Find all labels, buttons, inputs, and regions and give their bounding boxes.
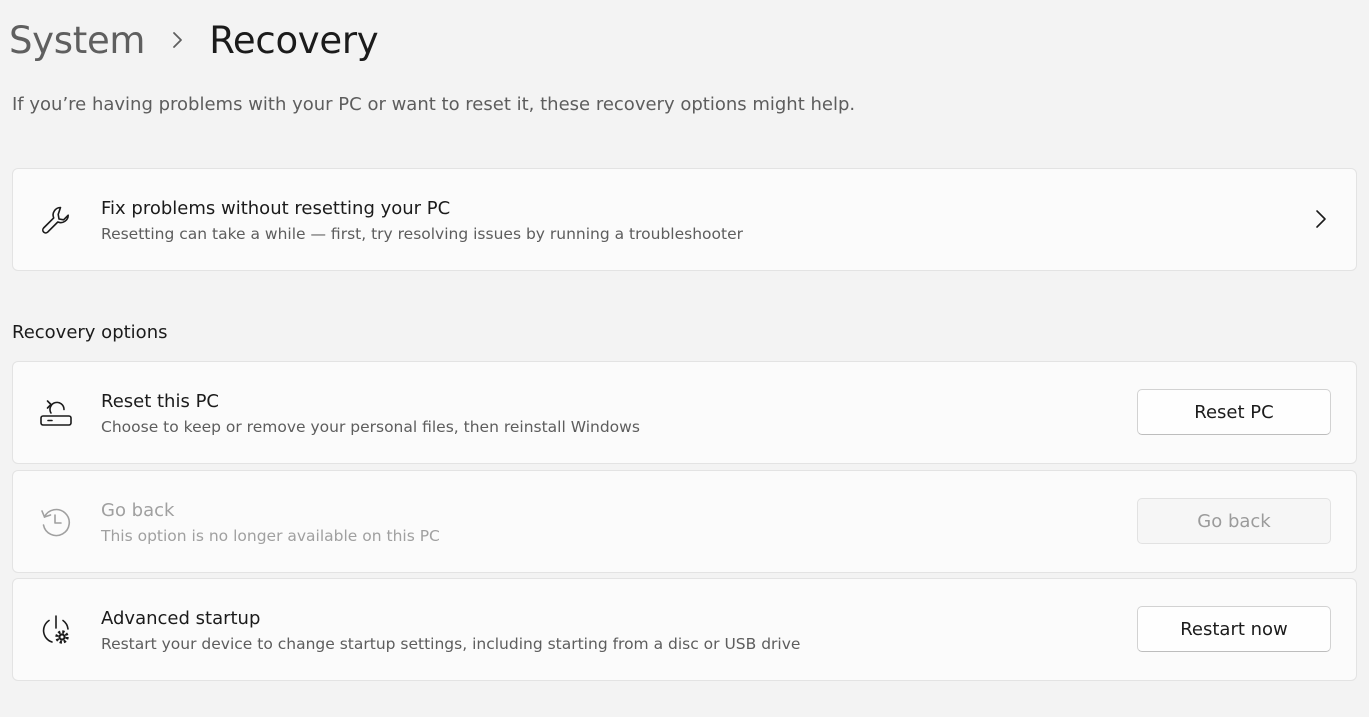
fix-problems-card[interactable]: Fix problems without resetting your PC R…: [12, 168, 1357, 271]
go-back-description: This option is no longer available on th…: [101, 527, 440, 545]
fix-problems-description: Resetting can take a while — first, try …: [101, 225, 744, 243]
reset-pc-description: Choose to keep or remove your personal f…: [101, 418, 640, 436]
go-back-title: Go back: [101, 500, 175, 521]
reset-pc-title: Reset this PC: [101, 391, 219, 412]
reset-pc-button[interactable]: Reset PC: [1137, 389, 1331, 435]
fix-problems-title: Fix problems without resetting your PC: [101, 198, 451, 219]
wrench-icon: [39, 203, 73, 237]
chevron-right-icon: [145, 31, 209, 49]
reset-pc-icon: [39, 396, 73, 430]
advanced-startup-title: Advanced startup: [101, 608, 261, 629]
page-title: Recovery: [209, 18, 379, 62]
breadcrumb-system-link[interactable]: System: [9, 19, 145, 62]
restart-now-button[interactable]: Restart now: [1137, 606, 1331, 652]
breadcrumb: System Recovery: [9, 12, 379, 68]
chevron-right-icon[interactable]: [1314, 209, 1328, 229]
reset-pc-card: Reset this PC Choose to keep or remove y…: [12, 361, 1357, 464]
go-back-card: Go back This option is no longer availab…: [12, 470, 1357, 573]
power-gear-icon: [39, 613, 73, 647]
advanced-startup-card: Advanced startup Restart your device to …: [12, 578, 1357, 681]
page-subtitle: If you’re having problems with your PC o…: [12, 94, 856, 115]
advanced-startup-description: Restart your device to change startup se…: [101, 635, 801, 653]
section-title-recovery-options: Recovery options: [12, 322, 168, 343]
recovery-settings-page: System Recovery If you’re having problem…: [0, 0, 1369, 717]
history-icon: [39, 505, 73, 539]
go-back-button: Go back: [1137, 498, 1331, 544]
